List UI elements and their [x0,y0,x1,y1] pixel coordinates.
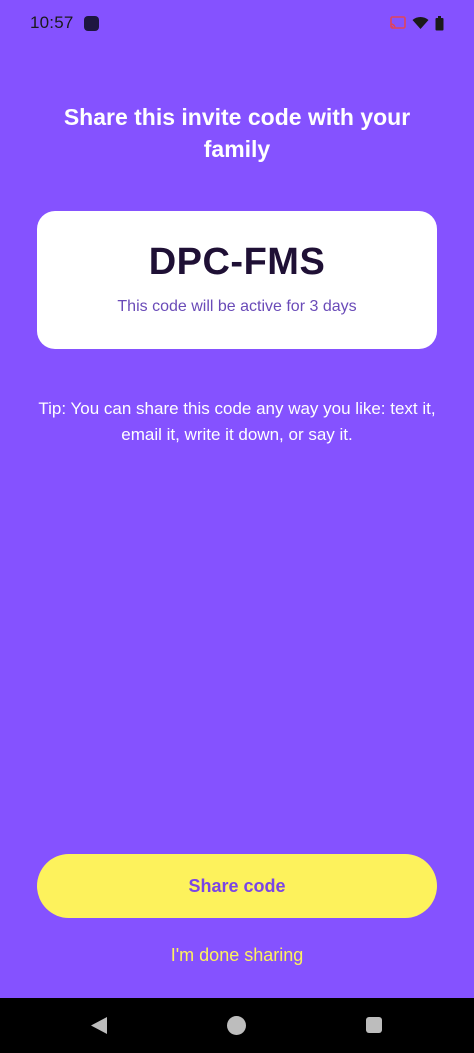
code-expiry-text: This code will be active for 3 days [117,298,357,315]
recents-icon[interactable] [366,1017,382,1033]
cast-icon [390,16,406,30]
tip-text: Tip: You can share this code any way you… [38,399,436,444]
battery-icon [435,15,444,31]
invite-code: DPC-FMS [148,241,326,283]
status-time: 10:57 [30,13,74,32]
home-icon[interactable] [227,1016,246,1035]
page-title: Share this invite code with your family [63,104,411,162]
navigation-bar [0,998,474,1053]
wifi-icon [412,16,429,30]
share-code-button[interactable]: Share code [37,854,437,918]
status-left: 10:57 [30,13,99,33]
app-notification-icon [83,15,99,31]
invite-code-card: DPC-FMS This code will be active for 3 d… [37,211,437,349]
status-bar: 10:57 [0,0,474,46]
back-icon[interactable] [90,1016,108,1040]
done-sharing-link[interactable]: I'm done sharing [0,945,474,966]
status-right [390,15,444,31]
